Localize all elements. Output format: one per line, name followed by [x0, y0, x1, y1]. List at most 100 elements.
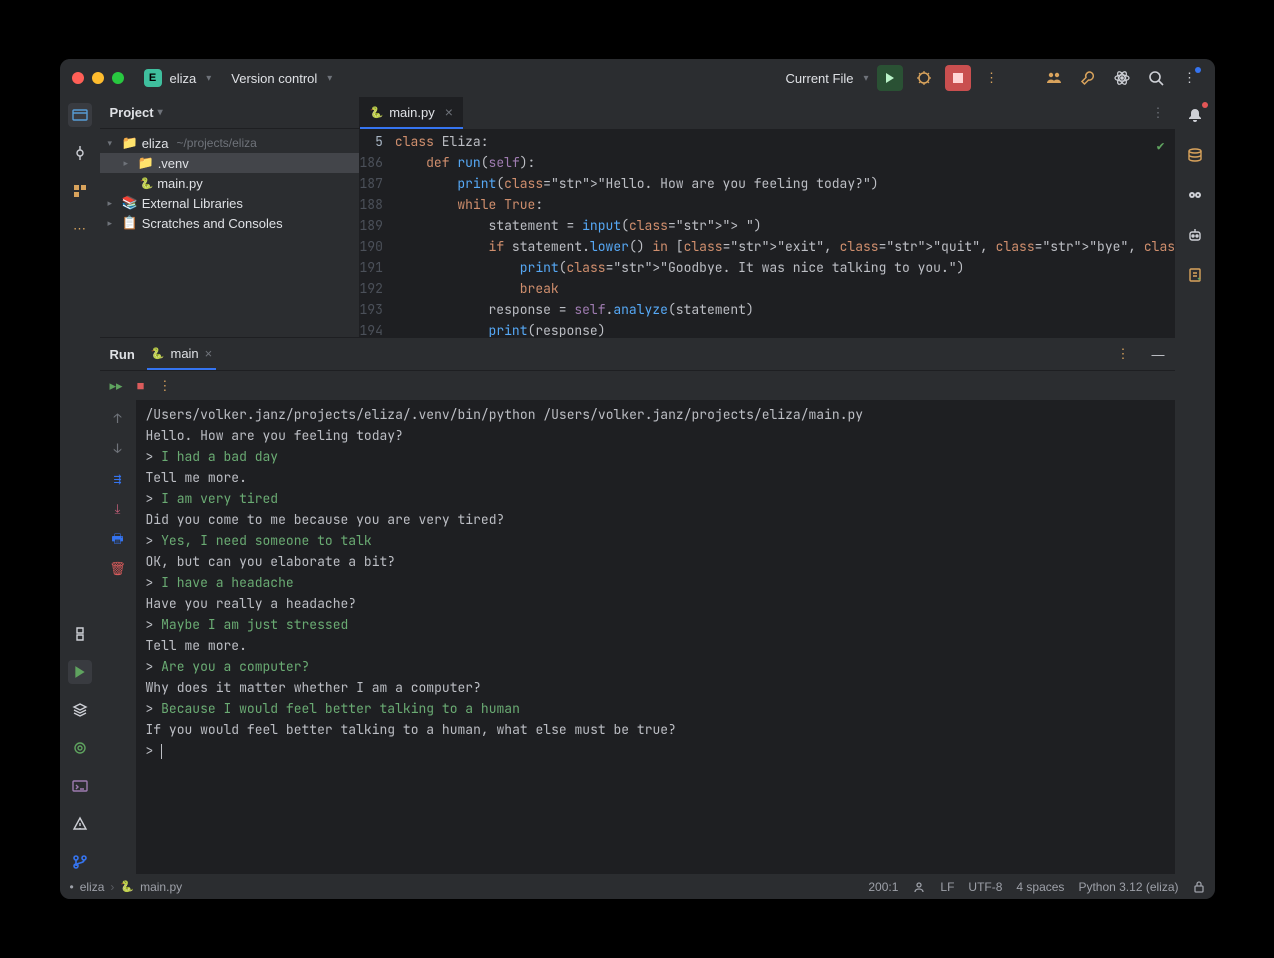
more-tool-button[interactable]: ⋯ — [68, 217, 92, 241]
robot-icon — [1187, 227, 1203, 243]
commit-tool-button[interactable] — [68, 141, 92, 165]
project-tool-button[interactable] — [68, 103, 92, 127]
python-icon: 🐍 — [151, 347, 165, 360]
code-content[interactable]: class Eliza: def run(self): print(class=… — [395, 129, 1175, 337]
notifications-button[interactable] — [1183, 103, 1207, 127]
breadcrumb[interactable]: • eliza › 🐍 main.py — [70, 880, 183, 894]
python-icon: 🐍 — [370, 106, 384, 119]
tree-scratches[interactable]: ▸ 📋 Scratches and Consoles — [100, 213, 359, 233]
structure-tool-button[interactable] — [68, 179, 92, 203]
stop-icon — [953, 73, 963, 83]
run-panel-header: Run 🐍 main × ⋮ — — [100, 338, 1175, 370]
ide-window: E eliza ▾ Version control ▾ Current File… — [60, 59, 1215, 899]
bug-icon — [916, 70, 932, 86]
encoding[interactable]: UTF-8 — [968, 880, 1002, 894]
indent[interactable]: 4 spaces — [1016, 880, 1064, 894]
line-separator[interactable]: LF — [940, 880, 954, 894]
soft-wrap-button[interactable]: ⇶ — [108, 468, 128, 488]
rerun-button[interactable]: ▸▸ — [110, 378, 123, 394]
tree-root[interactable]: ▾ 📁 eliza ~/projects/eliza — [100, 133, 359, 153]
run-tool-button[interactable] — [68, 660, 92, 684]
tools-button[interactable] — [1075, 65, 1101, 91]
editor-tab-main[interactable]: 🐍 main.py × — [360, 97, 463, 129]
search-icon — [1148, 70, 1164, 86]
python-console-button[interactable] — [68, 622, 92, 646]
person-icon — [912, 880, 926, 894]
tree-venv[interactable]: ▸ 📁 .venv — [100, 153, 359, 173]
project-tree[interactable]: ▾ 📁 eliza ~/projects/eliza ▸ 📁 .venv 🐍 — [100, 129, 359, 237]
close-window-button[interactable] — [72, 72, 84, 84]
database-icon — [1187, 147, 1203, 163]
chevron-down-icon: ▾ — [863, 73, 868, 84]
editor-area: 🐍 main.py × ⋮ 51861871881891901911921931… — [360, 97, 1175, 337]
database-button[interactable] — [1183, 143, 1207, 167]
caret-position[interactable]: 200:1 — [868, 880, 898, 894]
terminal-button[interactable] — [68, 774, 92, 798]
project-panel: Project▾ ▾ 📁 eliza ~/projects/eliza ▸ 📁 — [100, 97, 360, 337]
copilot-icon — [1187, 187, 1203, 203]
python-packages-button[interactable] — [68, 736, 92, 760]
run-options-button[interactable]: ⋮ — [1117, 346, 1130, 362]
vcs-menu[interactable]: Version control — [231, 71, 317, 86]
titlebar: E eliza ▾ Version control ▾ Current File… — [60, 59, 1215, 97]
note-icon — [1187, 267, 1203, 283]
hide-panel-button[interactable]: — — [1152, 347, 1165, 362]
stop-run-button[interactable]: ■ — [137, 378, 145, 393]
project-badge[interactable]: E — [144, 69, 162, 87]
close-tab-button[interactable]: × — [445, 104, 453, 120]
vcs-button[interactable] — [68, 850, 92, 874]
run-tab-main[interactable]: 🐍 main × — [147, 338, 216, 370]
project-panel-header[interactable]: Project▾ — [100, 97, 359, 129]
code-editor[interactable]: 5186187188189190191192193194195 class El… — [360, 129, 1175, 337]
atom-icon — [1114, 70, 1130, 86]
run-side-toolbar: ↑ ↓ ⇶ ⤓ 🖶 🗑 — [100, 400, 136, 874]
bell-icon — [1187, 107, 1203, 123]
status-bar: • eliza › 🐍 main.py 200:1 LF UTF-8 4 spa… — [60, 874, 1215, 899]
up-button[interactable]: ↑ — [108, 408, 128, 428]
minimize-window-button[interactable] — [92, 72, 104, 84]
stop-button[interactable] — [945, 65, 971, 91]
right-tool-strip — [1175, 97, 1215, 874]
tab-options-button[interactable]: ⋮ — [1152, 105, 1165, 121]
lock-icon[interactable] — [1193, 881, 1205, 893]
commit-icon — [72, 145, 88, 161]
ai-chat-button[interactable] — [1183, 223, 1207, 247]
chevron-down-icon: ▾ — [327, 73, 332, 84]
run-tool-label[interactable]: Run — [110, 347, 135, 362]
debug-button[interactable] — [911, 65, 937, 91]
problems-button[interactable] — [68, 812, 92, 836]
readonly-indicator[interactable] — [912, 880, 926, 894]
tree-external-libs[interactable]: ▸ 📚 External Libraries — [100, 193, 359, 213]
run-button[interactable] — [877, 65, 903, 91]
down-button[interactable]: ↓ — [108, 438, 128, 458]
run-toolbar: ▸▸ ■ ⋮ — [100, 370, 1175, 400]
clear-button[interactable]: 🗑 — [108, 558, 128, 578]
close-run-tab-button[interactable]: × — [205, 346, 213, 361]
search-button[interactable] — [1143, 65, 1169, 91]
settings-button[interactable]: ⋮ — [1177, 65, 1203, 91]
copilot-button[interactable] — [1183, 183, 1207, 207]
run-panel: Run 🐍 main × ⋮ — ▸▸ ■ ⋮ — [100, 337, 1175, 874]
maximize-window-button[interactable] — [112, 72, 124, 84]
tree-main-py[interactable]: 🐍 main.py — [100, 173, 359, 193]
left-tool-strip: ⋯ — [60, 97, 100, 874]
scroll-end-button[interactable]: ⤓ — [108, 498, 128, 518]
terminal-icon — [72, 778, 88, 794]
run-more-button[interactable]: ⋮ — [158, 378, 171, 394]
inspection-ok-icon[interactable]: ✔ — [1157, 135, 1165, 156]
print-button[interactable]: 🖶 — [108, 528, 128, 548]
run-config-selector[interactable]: Current File — [786, 71, 854, 86]
interpreter[interactable]: Python 3.12 (eliza) — [1078, 880, 1178, 894]
services-button[interactable] — [68, 698, 92, 722]
wrench-icon — [1080, 70, 1096, 86]
layers-icon — [72, 702, 88, 718]
console-output[interactable]: /Users/volker.janz/projects/eliza/.venv/… — [136, 400, 1175, 874]
people-icon — [1046, 70, 1062, 86]
play-icon — [884, 72, 896, 84]
more-actions-button[interactable]: ⋮ — [979, 65, 1005, 91]
coverage-button[interactable] — [1183, 263, 1207, 287]
ai-button[interactable] — [1109, 65, 1135, 91]
code-with-me-button[interactable] — [1041, 65, 1067, 91]
chevron-down-icon: ▾ — [206, 73, 211, 84]
project-name[interactable]: eliza — [170, 71, 197, 86]
